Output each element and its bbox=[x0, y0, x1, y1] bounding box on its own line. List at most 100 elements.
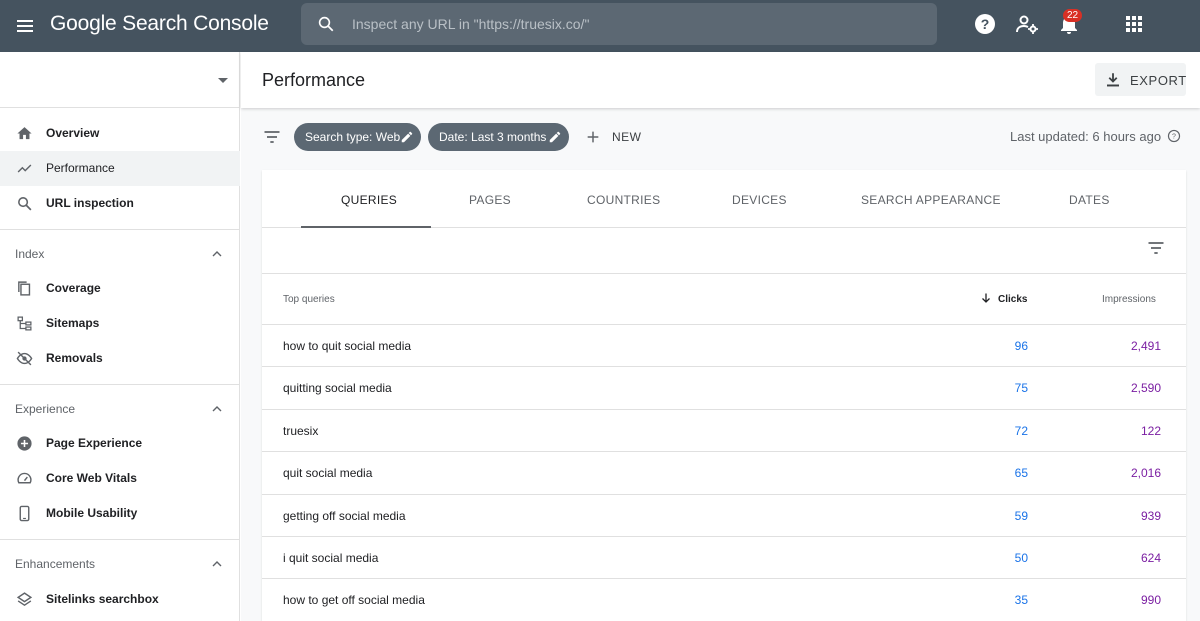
sidebar-item-sitelinks-searchbox[interactable]: Sitelinks searchbox bbox=[0, 582, 240, 617]
arrow-down-icon bbox=[982, 293, 990, 303]
date-range-chip[interactable]: Date: Last 3 months bbox=[428, 123, 569, 151]
url-inspect-input[interactable] bbox=[352, 3, 912, 45]
column-header-clicks[interactable]: Clicks bbox=[980, 290, 1030, 308]
query-cell: quit social media bbox=[283, 466, 373, 481]
tab-pages[interactable]: PAGES bbox=[452, 170, 552, 228]
sidebar-item-mobile-usability[interactable]: Mobile Usability bbox=[0, 496, 240, 531]
main-content: Performance EXPORT Search type: Web Date… bbox=[241, 52, 1200, 621]
tab-label: PAGES bbox=[469, 193, 511, 207]
manage-users-icon[interactable] bbox=[1015, 12, 1039, 36]
clicks-cell: 75 bbox=[1014, 381, 1028, 396]
help-icon[interactable]: ? bbox=[973, 12, 997, 36]
sidebar-divider bbox=[0, 384, 240, 385]
section-title: Index bbox=[15, 247, 45, 261]
impressions-cell: 2,491 bbox=[1130, 339, 1161, 353]
clicks-cell: 96 bbox=[1014, 339, 1028, 353]
sidebar-item-label: Overview bbox=[46, 126, 100, 140]
property-selector[interactable] bbox=[0, 52, 240, 108]
impressions-cell: 939 bbox=[1140, 508, 1161, 523]
column-header-label: Clicks bbox=[998, 294, 1028, 305]
tab-search-appearance[interactable]: SEARCH APPEARANCE bbox=[847, 170, 1001, 228]
table-filter-icon[interactable] bbox=[1146, 238, 1166, 258]
edit-icon bbox=[401, 131, 413, 143]
impressions-cell: 990 bbox=[1140, 593, 1161, 608]
app-brand[interactable]: Google Search Console bbox=[50, 12, 269, 36]
table-row[interactable]: i quit social media 50 624 bbox=[262, 536, 1186, 578]
tab-queries[interactable]: QUERIES bbox=[301, 170, 431, 228]
chevron-up-icon bbox=[212, 561, 222, 567]
column-header-queries[interactable]: Top queries bbox=[283, 294, 335, 305]
help-outline-icon[interactable]: ? bbox=[1167, 129, 1181, 143]
tab-devices[interactable]: DEVICES bbox=[717, 170, 817, 228]
search-icon bbox=[18, 197, 32, 211]
table-row[interactable]: getting off social media 59 939 bbox=[262, 493, 1186, 536]
section-header-enhancements[interactable]: Enhancements bbox=[0, 547, 240, 581]
new-filter-label: NEW bbox=[612, 130, 642, 144]
export-label: EXPORT bbox=[1130, 73, 1187, 88]
section-header-experience[interactable]: Experience bbox=[0, 392, 240, 426]
sidebar: Overview Performance URL inspection Inde… bbox=[0, 52, 240, 621]
sidebar-item-label: Sitelinks searchbox bbox=[46, 592, 159, 606]
sidebar-item-label: Coverage bbox=[46, 281, 101, 295]
new-filter-button[interactable]: NEW bbox=[585, 124, 645, 150]
sidebar-item-label: Core Web Vitals bbox=[46, 471, 137, 485]
column-header-impressions[interactable]: Impressions bbox=[1102, 294, 1156, 305]
home-icon bbox=[17, 127, 32, 140]
table-separator bbox=[262, 273, 1186, 274]
filter-list-icon[interactable] bbox=[262, 127, 282, 147]
layers-icon bbox=[16, 592, 33, 607]
dropdown-caret-icon bbox=[218, 78, 228, 83]
chevron-up-icon bbox=[212, 251, 222, 257]
impressions-cell: 122 bbox=[1140, 423, 1161, 438]
sidebar-item-page-experience[interactable]: Page Experience bbox=[0, 426, 240, 461]
main-menu-icon[interactable] bbox=[13, 14, 37, 38]
smartphone-icon bbox=[19, 505, 30, 522]
tab-countries[interactable]: COUNTRIES bbox=[572, 170, 672, 228]
search-type-chip[interactable]: Search type: Web bbox=[294, 123, 421, 151]
url-inspect-search[interactable] bbox=[301, 3, 937, 45]
notification-count-badge: 22 bbox=[1063, 9, 1082, 22]
plus-circle-icon bbox=[17, 436, 32, 451]
table-row[interactable]: how to quit social media 96 2,491 bbox=[262, 324, 1186, 366]
visibility-off-icon bbox=[16, 351, 33, 366]
sidebar-item-label: Removals bbox=[46, 351, 103, 365]
sidebar-item-core-web-vitals[interactable]: Core Web Vitals bbox=[0, 461, 240, 496]
page-title: Performance bbox=[262, 70, 366, 90]
query-cell: quitting social media bbox=[283, 381, 392, 396]
table-row[interactable]: quit social media 65 2,016 bbox=[262, 451, 1186, 493]
sidebar-item-label: Page Experience bbox=[46, 436, 143, 450]
tab-dates[interactable]: DATES bbox=[1052, 170, 1142, 228]
sidebar-item-label: Performance bbox=[46, 161, 115, 175]
sidebar-item-performance[interactable]: Performance bbox=[0, 151, 240, 186]
section-title: Experience bbox=[15, 402, 76, 416]
sidebar-item-label: Mobile Usability bbox=[46, 506, 138, 520]
chip-label: Date: Last 3 months bbox=[439, 130, 547, 144]
sidebar-item-label: Sitemaps bbox=[46, 316, 100, 330]
query-cell: how to get off social media bbox=[283, 593, 425, 608]
impressions-cell: 624 bbox=[1140, 551, 1161, 565]
top-app-bar: Google Search Console ? 22 bbox=[0, 0, 1200, 52]
sidebar-item-url-inspection[interactable]: URL inspection bbox=[0, 186, 240, 221]
svg-text:?: ? bbox=[1172, 134, 1176, 141]
table-row[interactable]: truesix 72 122 bbox=[262, 408, 1186, 451]
sidebar-item-coverage[interactable]: Coverage bbox=[0, 271, 240, 306]
speed-icon bbox=[17, 472, 32, 484]
svg-text:?: ? bbox=[981, 16, 990, 32]
sidebar-item-label: URL inspection bbox=[46, 196, 134, 210]
apps-grid-icon[interactable] bbox=[1122, 12, 1146, 36]
sidebar-item-overview[interactable]: Overview bbox=[0, 116, 240, 151]
table-row[interactable]: how to get off social media 35 990 bbox=[262, 578, 1186, 620]
export-button[interactable]: EXPORT bbox=[1095, 63, 1186, 96]
sidebar-item-sitemaps[interactable]: Sitemaps bbox=[0, 306, 240, 341]
tab-label: COUNTRIES bbox=[587, 193, 661, 207]
table-row[interactable]: quitting social media 75 2,590 bbox=[262, 366, 1186, 408]
clicks-cell: 65 bbox=[1014, 466, 1028, 481]
active-tab-indicator bbox=[301, 226, 431, 228]
section-header-index[interactable]: Index bbox=[0, 237, 240, 271]
tab-label: DEVICES bbox=[732, 193, 787, 207]
tab-label: SEARCH APPEARANCE bbox=[861, 193, 1001, 207]
impressions-cell: 2,590 bbox=[1130, 381, 1161, 396]
search-icon bbox=[318, 16, 334, 32]
sidebar-item-removals[interactable]: Removals bbox=[0, 341, 240, 376]
plus-icon bbox=[587, 131, 599, 143]
